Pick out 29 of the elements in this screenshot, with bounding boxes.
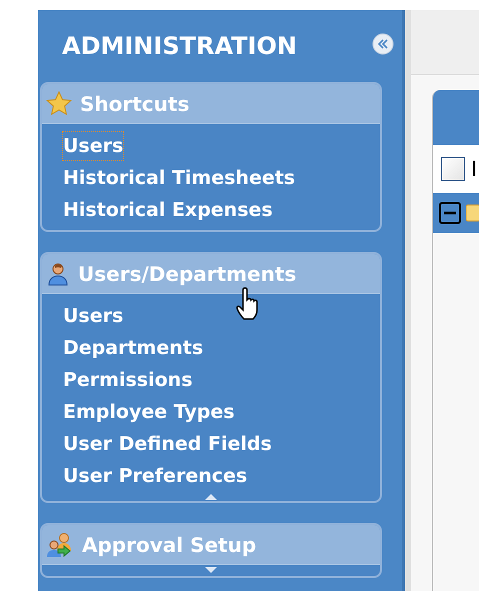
menu-link[interactable]: Permissions <box>62 365 194 395</box>
menu-link[interactable]: Departments <box>62 333 204 363</box>
section-header[interactable]: Shortcuts <box>42 84 380 124</box>
tree-row[interactable]: I <box>433 145 479 193</box>
star-icon <box>46 90 72 116</box>
sidebar-title: ADMINISTRATION <box>62 32 297 60</box>
section-title[interactable]: Users/Departments <box>78 262 296 286</box>
collapse-icon[interactable] <box>372 33 394 55</box>
tree-row[interactable] <box>433 193 479 233</box>
row-label: I <box>471 156 478 182</box>
menu-link[interactable]: Users <box>62 301 124 331</box>
checkbox[interactable] <box>441 157 465 181</box>
menu-link[interactable]: Historical Expenses <box>62 195 274 225</box>
minus-box-icon[interactable] <box>439 202 461 224</box>
menu-link[interactable]: User Preferences <box>62 461 248 491</box>
folder-icon <box>466 203 479 223</box>
section-title[interactable]: Shortcuts <box>80 92 190 116</box>
collapse-arrow-icon[interactable] <box>205 494 217 500</box>
person-icon <box>46 262 70 286</box>
expand-arrow-icon[interactable] <box>205 567 217 573</box>
section-header[interactable]: Approval Setup <box>42 525 380 565</box>
panel-header <box>433 90 479 145</box>
section-header[interactable]: Users/Departments <box>42 254 380 294</box>
menu-link[interactable]: Users <box>62 131 124 161</box>
menu-link[interactable]: Employee Types <box>62 397 236 427</box>
menu-link[interactable]: Historical Timesheets <box>62 163 296 193</box>
people-arrow-icon <box>46 532 74 558</box>
section-title[interactable]: Approval Setup <box>82 532 256 556</box>
menu-link[interactable]: User Defined Fields <box>62 429 273 459</box>
